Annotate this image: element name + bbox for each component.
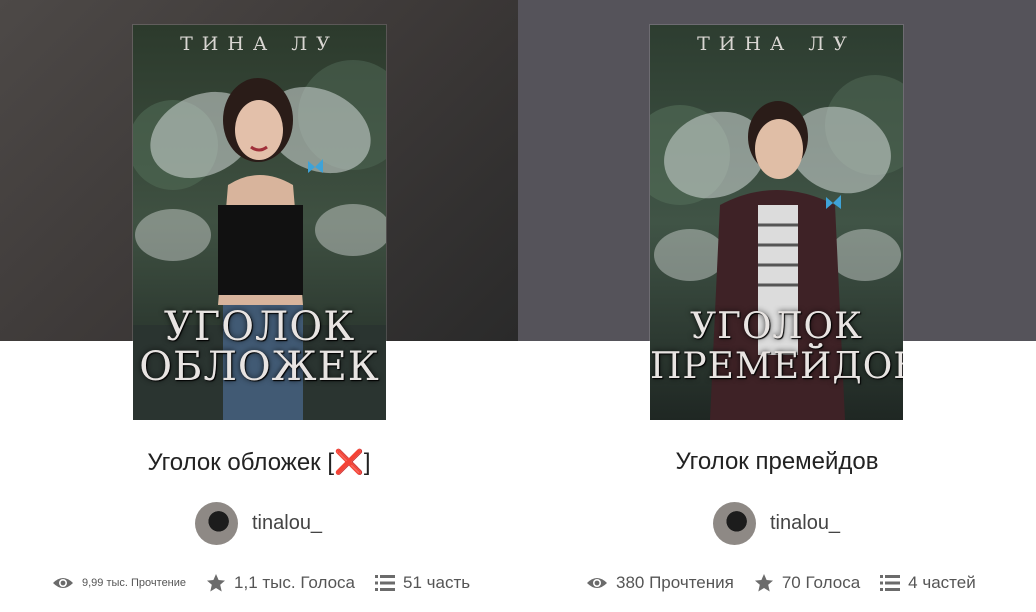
parts-stat: 4 частей [880,573,976,593]
reads-stat: 380 Прочтения [586,573,734,593]
votes-count: 1,1 тыс. Голоса [234,573,356,592]
cover-title-text: УГОЛОК ОБЛОЖЕК [139,304,380,390]
cover-author-text: ТИНА ЛУ [697,33,856,55]
list-icon [880,575,901,591]
reads-stat: 9,99 тыс. Прочтение [52,575,186,591]
votes-count: 70 Голоса [781,573,861,592]
story-card-1[interactable]: ТИНА ЛУ УГОЛОК ОБЛОЖЕК Уголок обложек [❌… [0,0,518,612]
story-stats: 9,99 тыс. Прочтение 1,1 тыс. Голоса 51 ч… [52,570,490,596]
parts-count: 4 частей [908,573,976,592]
list-icon [375,575,396,591]
avatar[interactable] [195,501,238,545]
votes-stat: 70 Голоса [754,573,860,593]
parts-stat: 51 часть [375,573,470,593]
cover-author-text: ТИНА ЛУ [180,33,339,55]
story-title[interactable]: Уголок премейдов [518,448,1036,476]
reads-count: 380 Прочтения [616,573,734,592]
book-cover[interactable]: ТИНА ЛУ УГОЛОК ПРЕМЕЙДОВ [650,25,903,420]
votes-stat: 1,1 тыс. Голоса [206,573,355,593]
author-name[interactable]: tinalou_ [252,512,322,535]
cross-mark-icon: ❌ [334,449,364,476]
cover-title-text: УГОЛОК ПРЕМЕЙДОВ [650,306,903,387]
star-icon [207,574,226,592]
avatar[interactable] [713,501,756,545]
eye-icon [587,578,607,588]
eye-icon [53,578,73,588]
author-link[interactable]: tinalou_ [713,501,840,545]
book-cover[interactable]: ТИНА ЛУ УГОЛОК ОБЛОЖЕК [133,25,386,420]
reads-count: 9,99 тыс. Прочтение [82,577,187,589]
parts-count: 51 часть [403,573,471,592]
story-title[interactable]: Уголок обложек [❌] [0,448,518,477]
story-card-2[interactable]: ТИНА ЛУ УГОЛОК ПРЕМЕЙДОВ Уголок премейдо… [518,0,1036,612]
author-name[interactable]: tinalou_ [770,512,840,535]
author-link[interactable]: tinalou_ [195,501,322,545]
star-icon [754,574,773,592]
story-stats: 380 Прочтения 70 Голоса 4 частей [586,570,996,596]
